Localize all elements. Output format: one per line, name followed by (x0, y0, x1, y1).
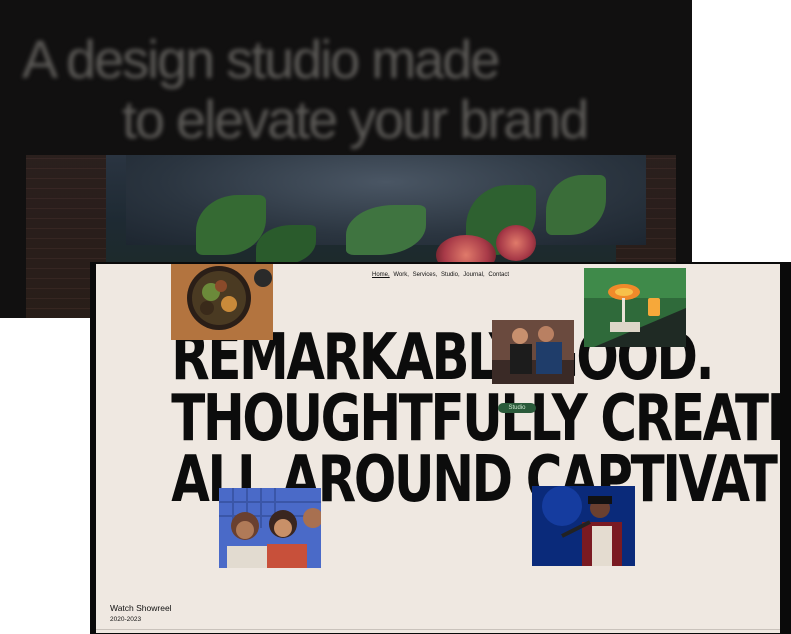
cursor-studio-badge: Studio (498, 403, 536, 413)
friends-laughing-image (219, 488, 321, 568)
singer-image (532, 486, 635, 566)
food-bowl-photo[interactable] (171, 264, 273, 340)
front-window-screenshot: Home, Work, Services, Studio, Journal, C… (90, 262, 791, 634)
hero-title-line-1: A design studio made (22, 30, 500, 90)
watch-showreel-link[interactable]: Watch Showreel (110, 603, 172, 613)
headline: REMARKABLY GOOD. THOUGHTFULLY CREATIVE. … (171, 326, 780, 512)
couple-photo[interactable] (492, 320, 574, 384)
years-label: 2020-2023 (110, 616, 142, 623)
footer-divider (96, 629, 780, 630)
nav-item-work[interactable]: Work, (393, 272, 409, 278)
nav-item-services[interactable]: Services, (413, 272, 438, 278)
hero-title-line-2: to elevate your brand (122, 90, 589, 150)
front-page: Home, Work, Services, Studio, Journal, C… (96, 264, 780, 633)
couple-image (492, 320, 574, 384)
nav-item-journal[interactable]: Journal, (463, 272, 484, 278)
cocktail-image (584, 268, 686, 347)
nav-item-home[interactable]: Home, (372, 272, 390, 278)
top-nav: Home, Work, Services, Studio, Journal, C… (372, 272, 511, 278)
nav-item-studio[interactable]: Studio, (441, 272, 460, 278)
hero-title: A design studio made to elevate your bra… (22, 30, 682, 150)
headline-line-2: THOUGHTFULLY CREATIVE. (171, 382, 780, 456)
cocktail-photo[interactable] (584, 268, 686, 347)
food-bowl-image (171, 264, 273, 340)
nav-item-contact[interactable]: Contact (488, 272, 509, 278)
flower (496, 225, 536, 261)
singer-photo[interactable] (532, 486, 635, 566)
friends-laughing-photo[interactable] (219, 488, 321, 568)
